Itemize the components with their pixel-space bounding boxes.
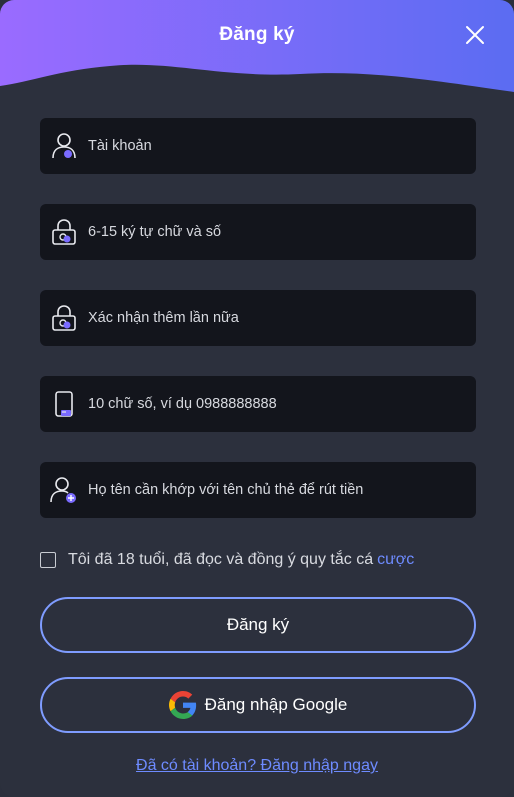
phone-icon: [50, 389, 78, 419]
username-field[interactable]: [40, 118, 476, 174]
register-button-label: Đăng ký: [226, 615, 290, 634]
terms-link[interactable]: cược: [377, 551, 414, 569]
full-name-input[interactable]: [88, 462, 476, 518]
user-icon: [50, 131, 78, 161]
register-button[interactable]: Đăng ký: [40, 597, 476, 653]
lock-icon: [50, 217, 78, 247]
lock-icon: [50, 303, 78, 333]
confirm-password-input[interactable]: [88, 290, 476, 346]
modal-header: Đăng ký: [0, 0, 514, 100]
agreement-text: Tôi đã 18 tuổi, đã đọc và đồng ý quy tắc…: [68, 551, 374, 568]
username-input[interactable]: [88, 118, 476, 174]
close-icon: [466, 26, 484, 44]
confirm-password-field[interactable]: [40, 290, 476, 346]
phone-field[interactable]: [40, 376, 476, 432]
full-name-field[interactable]: [40, 462, 476, 518]
agreement-checkbox[interactable]: [40, 552, 56, 568]
google-login-label: Đăng nhập Google: [204, 695, 348, 714]
google-icon: [168, 691, 196, 719]
login-now-link[interactable]: Đã có tài khoản? Đăng nhập ngay: [0, 757, 514, 775]
header-wave-background: [0, 0, 514, 92]
close-button[interactable]: [462, 22, 488, 48]
password-input[interactable]: [88, 204, 476, 260]
agreement-row: Tôi đã 18 tuổi, đã đọc và đồng ý quy tắc…: [40, 549, 414, 571]
password-field[interactable]: [40, 204, 476, 260]
google-login-button[interactable]: Đăng nhập Google: [40, 677, 476, 733]
user-add-icon: [50, 475, 78, 505]
modal-title: Đăng ký: [219, 24, 295, 45]
register-modal: Đăng ký Tài khoản 10 chữ số, ví dụ 09888…: [0, 0, 514, 797]
phone-input[interactable]: [88, 376, 476, 432]
